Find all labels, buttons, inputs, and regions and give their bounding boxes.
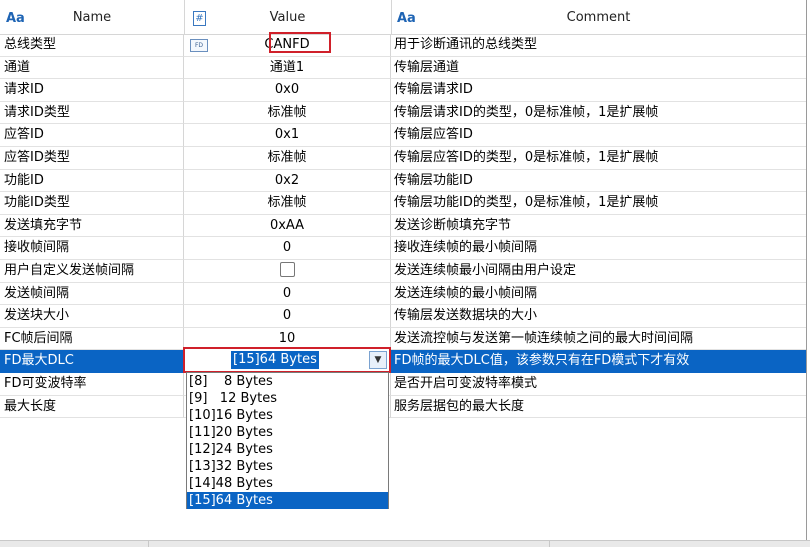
scrollbar-segment	[149, 541, 550, 547]
param-comment: 传输层应答ID	[391, 124, 806, 147]
param-value[interactable]: 标准帧	[184, 147, 391, 170]
fd-icon: FD	[190, 39, 208, 52]
dropdown-option[interactable]: [14]48 Bytes	[187, 475, 388, 492]
column-title: Value	[269, 10, 306, 25]
combobox-selected-value: [15]64 Bytes	[231, 351, 319, 369]
grid-row[interactable]: 请求ID 0x0 传输层请求ID	[0, 79, 806, 102]
param-comment: 发送流控帧与发送第一帧连续帧之间的最大时间间隔	[391, 328, 806, 351]
param-name: 接收帧间隔	[0, 237, 184, 260]
param-value[interactable]: 0xAA	[184, 214, 391, 238]
param-value[interactable]: 标准帧	[184, 192, 391, 215]
param-value[interactable]: 0x0	[184, 79, 391, 102]
fd-max-dlc-combobox[interactable]: [15]64 Bytes ▼	[183, 347, 391, 373]
grid-row[interactable]: 总线类型 FD CANFD 用于诊断通讯的总线类型	[0, 34, 806, 57]
grid-row[interactable]: 最大长度 服务层据包的最大长度	[0, 395, 806, 419]
grid-row[interactable]: 发送块大小 0 传输层发送数据块的大小	[0, 305, 806, 328]
param-name: 功能ID类型	[0, 192, 184, 215]
dropdown-option[interactable]: [13]32 Bytes	[187, 458, 388, 475]
grid-row[interactable]: FD可变波特率 是否开启可变波特率模式	[0, 373, 806, 396]
param-comment: 传输层应答ID的类型，0是标准帧，1是扩展帧	[391, 147, 806, 170]
param-value[interactable]: 0	[184, 282, 391, 306]
grid-row[interactable]: 应答ID类型 标准帧 传输层应答ID的类型，0是标准帧，1是扩展帧	[0, 147, 806, 170]
dropdown-option[interactable]: [12]24 Bytes	[187, 441, 388, 458]
column-header-name[interactable]: Aa Name	[0, 0, 185, 34]
column-title: Comment	[566, 10, 631, 25]
param-name: 通道	[0, 56, 184, 80]
parameter-grid: Aa Name # Value Aa Comment 总线类型 FD CANFD…	[0, 0, 807, 540]
grid-row[interactable]: FC帧后间隔 10 发送流控帧与发送第一帧连续帧之间的最大时间间隔	[0, 327, 806, 351]
dropdown-option[interactable]: [11]20 Bytes	[187, 424, 388, 441]
param-name: 发送帧间隔	[0, 282, 184, 306]
grid-row[interactable]: 接收帧间隔 0 接收连续帧的最小帧间隔	[0, 237, 806, 260]
param-comment: 传输层功能ID	[391, 170, 806, 193]
param-name: 发送填充字节	[0, 214, 184, 238]
param-value[interactable]: 0x2	[184, 169, 391, 193]
grid-row[interactable]: 请求ID类型 标准帧 传输层请求ID的类型，0是标准帧，1是扩展帧	[0, 101, 806, 125]
grid-row[interactable]: 应答ID 0x1 传输层应答ID	[0, 124, 806, 147]
param-name: 最大长度	[0, 395, 184, 419]
param-name: 用户自定义发送帧间隔	[0, 260, 184, 283]
param-comment: 传输层功能ID的类型，0是标准帧，1是扩展帧	[391, 192, 806, 215]
param-comment: FD帧的最大DLC值，该参数只有在FD模式下才有效	[391, 350, 806, 373]
grid-row[interactable]: 发送帧间隔 0 发送连续帧的最小帧间隔	[0, 282, 806, 306]
grid-row[interactable]: 发送填充字节 0xAA 发送诊断帧填充字节	[0, 214, 806, 238]
column-title: Name	[72, 10, 112, 25]
column-header-value[interactable]: # Value	[184, 0, 392, 34]
grid-header: Aa Name # Value Aa Comment	[0, 0, 806, 35]
param-value[interactable]: 0x1	[184, 124, 391, 147]
param-comment: 发送连续帧最小间隔由用户设定	[391, 260, 806, 283]
param-comment: 传输层请求ID	[391, 79, 806, 102]
param-value	[184, 260, 391, 283]
param-name: 总线类型	[0, 34, 184, 57]
param-comment: 是否开启可变波特率模式	[391, 373, 806, 396]
grid-row[interactable]: 用户自定义发送帧间隔 发送连续帧最小间隔由用户设定	[0, 260, 806, 283]
param-value[interactable]: 通道1	[184, 56, 391, 80]
column-header-comment[interactable]: Aa Comment	[391, 0, 806, 34]
param-value[interactable]: 0	[184, 305, 391, 328]
dropdown-option-selected[interactable]: [15]64 Bytes	[187, 492, 388, 509]
param-comment: 用于诊断通讯的总线类型	[391, 34, 806, 57]
scrollbar-segment	[0, 541, 149, 547]
dropdown-option[interactable]: [8] 8 Bytes	[187, 373, 388, 390]
param-name: FD最大DLC	[0, 350, 184, 373]
param-name: FD可变波特率	[0, 373, 184, 396]
param-name: 请求ID类型	[0, 101, 184, 125]
param-comment: 传输层发送数据块的大小	[391, 305, 806, 328]
param-name: 功能ID	[0, 169, 184, 193]
grid-row-selected[interactable]: FD最大DLC FD帧的最大DLC值，该参数只有在FD模式下才有效	[0, 350, 806, 373]
grid-row[interactable]: 功能ID 0x2 传输层功能ID	[0, 169, 806, 193]
param-comment: 接收连续帧的最小帧间隔	[391, 237, 806, 260]
param-name: 发送块大小	[0, 305, 184, 328]
chevron-down-icon[interactable]: ▼	[369, 351, 387, 369]
param-name: FC帧后间隔	[0, 327, 184, 351]
grid-row[interactable]: 功能ID类型 标准帧 传输层功能ID的类型，0是标准帧，1是扩展帧	[0, 192, 806, 215]
param-name: 应答ID类型	[0, 147, 184, 170]
param-comment: 服务层据包的最大长度	[391, 396, 806, 419]
grid-row[interactable]: 通道 通道1 传输层通道	[0, 56, 806, 80]
dropdown-option[interactable]: [10]16 Bytes	[187, 407, 388, 424]
custom-interval-checkbox[interactable]	[279, 262, 295, 277]
param-comment: 传输层请求ID的类型，0是标准帧，1是扩展帧	[391, 102, 806, 125]
param-comment: 发送连续帧的最小帧间隔	[391, 283, 806, 306]
param-name: 应答ID	[0, 124, 184, 147]
param-comment: 传输层通道	[391, 57, 806, 80]
canfd-highlight-box	[269, 32, 331, 53]
dropdown-option[interactable]: [9] 12 Bytes	[187, 390, 388, 407]
dlc-dropdown-list: [8] 8 Bytes [9] 12 Bytes [10]16 Bytes [1…	[186, 372, 389, 509]
param-value[interactable]: 0	[184, 237, 391, 260]
param-name: 请求ID	[0, 79, 184, 102]
param-value[interactable]: 标准帧	[184, 101, 391, 125]
param-comment: 发送诊断帧填充字节	[391, 215, 806, 238]
